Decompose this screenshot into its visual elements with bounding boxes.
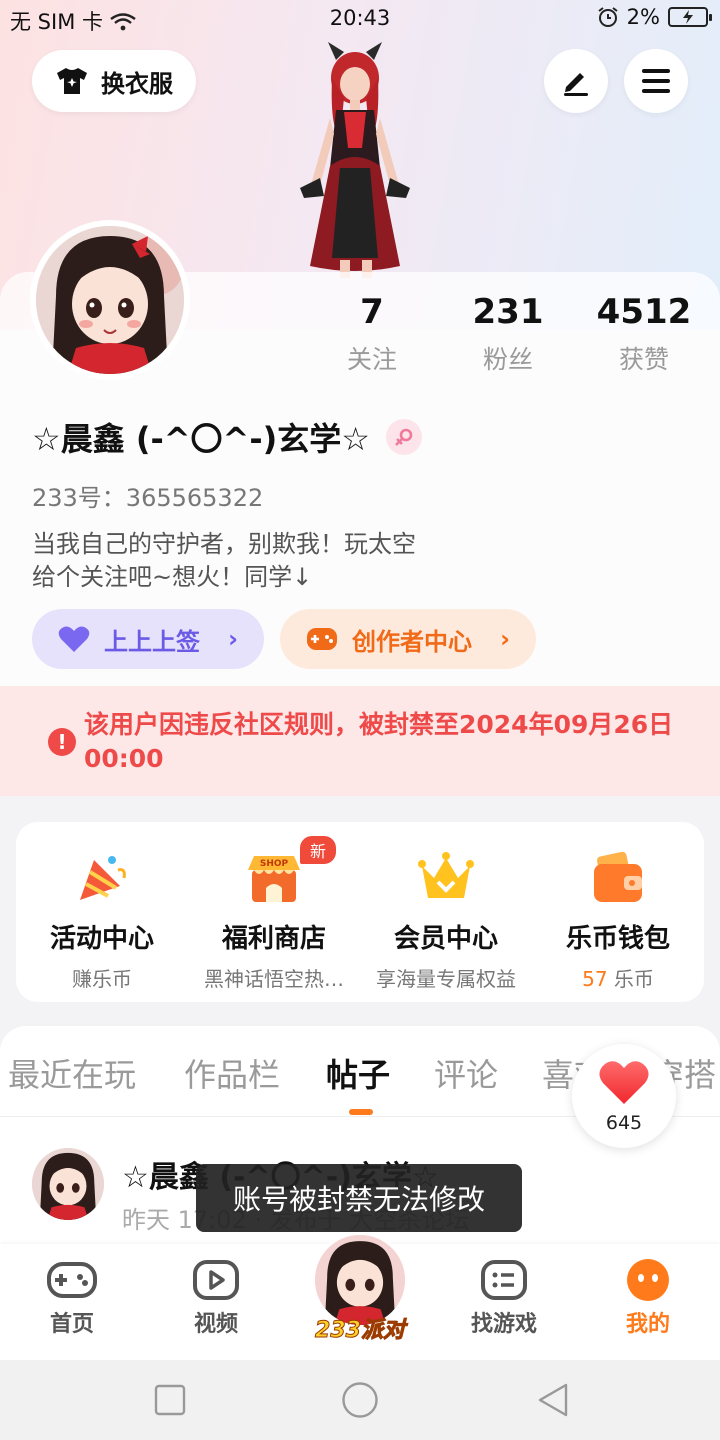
nav-video[interactable]: 视频 [156, 1244, 276, 1338]
crown-icon [418, 852, 474, 898]
tshirt-icon [57, 68, 87, 94]
chevron-right-icon: › [500, 625, 510, 653]
party-horn-icon [80, 856, 126, 900]
heart-icon [599, 1061, 649, 1104]
video-play-icon [193, 1260, 239, 1300]
new-badge: 新 [300, 836, 337, 864]
avatar-image [32, 1148, 104, 1220]
alarm-icon [598, 7, 618, 27]
tab-recently-played[interactable]: 最近在玩 [8, 1050, 136, 1096]
svg-text:SHOP: SHOP [260, 859, 289, 869]
back-icon[interactable] [536, 1382, 570, 1418]
pen-icon [564, 73, 588, 96]
status-bar: 无 SIM 卡 20:43 2% [0, 0, 720, 38]
battery-icon [668, 7, 712, 27]
stat-followers[interactable]: 231 粉丝 [440, 292, 576, 376]
tab-posts[interactable]: 帖子 [326, 1050, 390, 1096]
toast-message: 账号被封禁无法修改 [196, 1164, 522, 1232]
avatar-3d-character[interactable] [270, 38, 440, 278]
avatar[interactable] [30, 220, 190, 380]
profile-name: ☆晨鑫 (-^〇^-)玄学☆ [32, 414, 422, 460]
nav-find-games[interactable]: 找游戏 [444, 1244, 564, 1338]
tab-works[interactable]: 作品栏 [184, 1050, 280, 1096]
fortune-sign-button[interactable]: 上上上签 › [32, 609, 264, 669]
edit-profile-button[interactable] [544, 49, 608, 113]
profile-face-icon [627, 1259, 669, 1301]
gamepad-icon [307, 628, 337, 650]
recent-apps-icon[interactable] [154, 1384, 186, 1416]
ban-notice: ! 该用户因违反社区规则，被封禁至2024年09月26日 00:00 [0, 686, 720, 796]
services-panel: 活动中心 赚乐币 SHOP 福利商店 黑神话悟空热… 会员中心 享海量专属权益 … [16, 822, 704, 1002]
creator-center-button[interactable]: 创作者中心 › [280, 609, 536, 669]
active-tab-indicator [349, 1109, 373, 1115]
username: ☆晨鑫 (-^〇^-)玄学☆ [32, 420, 370, 458]
warning-icon: ! [48, 728, 76, 756]
nav-mine[interactable]: 我的 [588, 1244, 708, 1338]
coin-wallet[interactable]: 乐币钱包 57 乐币 [532, 822, 704, 1002]
stat-following[interactable]: 7 关注 [304, 292, 440, 376]
tab-comments[interactable]: 评论 [434, 1050, 498, 1096]
post-author-avatar[interactable] [32, 1148, 104, 1220]
bio: 当我自己的守护者，别欺我！玩太空 给个关注吧~想火！同学↓ [32, 530, 416, 591]
game-list-icon [481, 1260, 527, 1300]
female-gender-icon [385, 419, 422, 455]
heart-icon [58, 626, 90, 652]
battery-percent: 2% [626, 5, 660, 29]
hamburger-menu-icon [642, 69, 670, 93]
user-id: 233号：365565322 [32, 484, 264, 512]
profile-stats: 7 关注 231 粉丝 4512 获赞 [300, 292, 720, 376]
nav-home[interactable]: 首页 [12, 1244, 132, 1338]
like-button[interactable]: 645 [572, 1044, 676, 1148]
gamepad-icon [47, 1262, 97, 1298]
shop-icon: SHOP [248, 856, 300, 902]
activity-center[interactable]: 活动中心 赚乐币 [16, 822, 188, 1002]
system-navigation-bar [0, 1360, 720, 1440]
stat-likes[interactable]: 4512 获赞 [576, 292, 712, 376]
wallet-icon [594, 851, 642, 902]
home-icon[interactable] [341, 1381, 379, 1419]
nav-party-label: 233派对 [315, 1318, 406, 1344]
chevron-right-icon: › [228, 625, 238, 653]
change-outfit-button[interactable]: 换衣服 [32, 50, 196, 112]
menu-button[interactable] [624, 49, 688, 113]
member-center[interactable]: 会员中心 享海量专属权益 [360, 822, 532, 1002]
avatar-image [36, 226, 184, 374]
